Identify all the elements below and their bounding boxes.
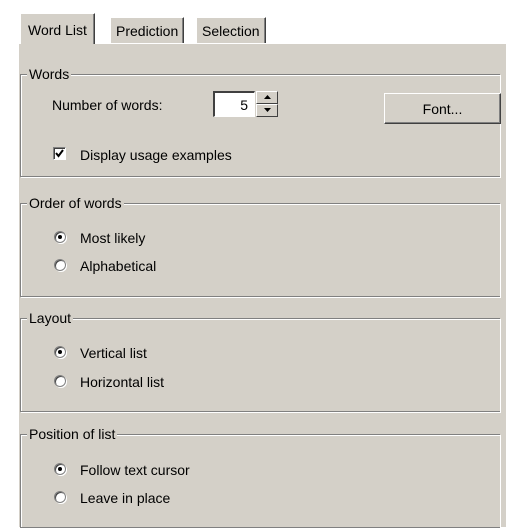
most-likely-label[interactable]: Most likely <box>80 229 145 247</box>
spin-up-button[interactable] <box>256 91 278 104</box>
radio-alphabetical[interactable] <box>54 259 66 271</box>
number-of-words-input[interactable] <box>213 91 255 117</box>
words-group-title: Words <box>27 65 72 83</box>
position-group: Position of list <box>20 425 500 528</box>
order-group: Order of words <box>20 194 500 297</box>
leave-in-place-label[interactable]: Leave in place <box>80 489 170 507</box>
radio-follow-cursor[interactable] <box>54 463 66 475</box>
number-of-words-label: Number of words: <box>52 97 163 113</box>
usage-examples-checkbox[interactable] <box>53 147 66 160</box>
usage-examples-label[interactable]: Display usage examples <box>80 146 232 164</box>
font-button[interactable]: Font... <box>384 93 501 124</box>
order-group-title: Order of words <box>27 194 124 212</box>
layout-group-title: Layout <box>27 309 74 327</box>
radio-leave-in-place[interactable] <box>54 491 66 503</box>
spin-down-button[interactable] <box>256 104 278 117</box>
arrow-up-icon <box>264 95 271 99</box>
checkmark-icon <box>55 149 64 158</box>
position-group-title: Position of list <box>27 425 118 443</box>
tab-prediction[interactable]: Prediction <box>110 17 185 43</box>
word-list-dialog: Word List Prediction Selection Words Num… <box>0 0 506 528</box>
radio-most-likely[interactable] <box>54 231 66 243</box>
layout-group: Layout <box>20 309 500 412</box>
alphabetical-label[interactable]: Alphabetical <box>80 257 156 275</box>
horizontal-list-label[interactable]: Horizontal list <box>80 373 164 391</box>
vertical-list-label[interactable]: Vertical list <box>80 344 147 362</box>
tab-selection[interactable]: Selection <box>196 17 266 43</box>
follow-cursor-label[interactable]: Follow text cursor <box>80 461 190 479</box>
radio-horizontal-list[interactable] <box>54 375 66 387</box>
radio-vertical-list[interactable] <box>54 346 66 358</box>
tab-word-list[interactable]: Word List <box>20 13 95 44</box>
arrow-down-icon <box>264 108 271 112</box>
